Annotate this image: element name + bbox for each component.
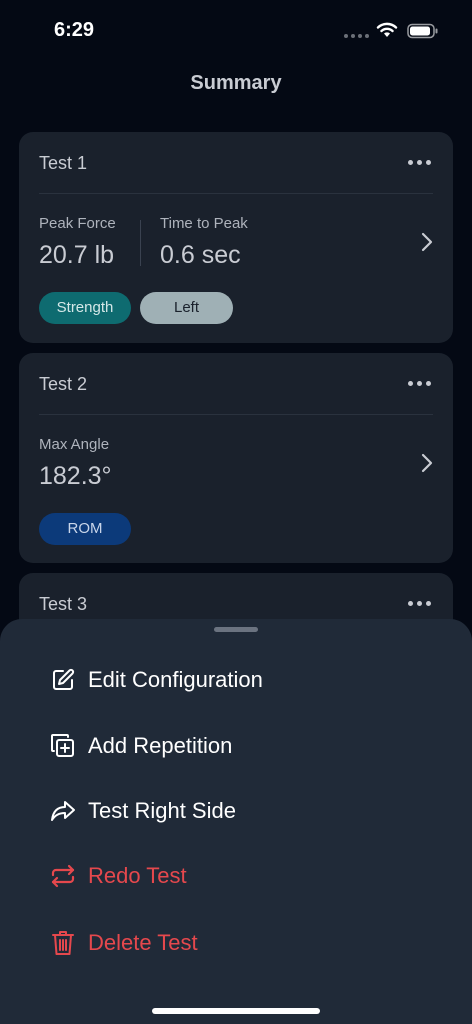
edit-configuration-button[interactable]: Edit Configuration xyxy=(50,660,263,700)
delete-test-button[interactable]: Delete Test xyxy=(50,923,198,963)
metric-value: 182.3° xyxy=(39,462,112,490)
status-time: 6:29 xyxy=(54,19,95,41)
chevron-right-icon[interactable] xyxy=(421,453,433,473)
test-card-1[interactable]: Test 1 Peak Force 20.7 lb Time to Peak 0… xyxy=(19,132,453,343)
more-options-icon[interactable] xyxy=(408,160,431,165)
edit-icon xyxy=(50,667,76,693)
share-arrow-icon xyxy=(50,798,76,824)
home-indicator xyxy=(152,1008,320,1014)
test-card-2[interactable]: Test 2 Max Angle 182.3° ROM xyxy=(19,353,453,563)
metric-value: 0.6 sec xyxy=(160,241,241,269)
chevron-right-icon[interactable] xyxy=(421,232,433,252)
action-label: Add Repetition xyxy=(88,733,233,758)
card-header: Test 2 xyxy=(39,353,433,415)
card-title: Test 2 xyxy=(39,374,88,394)
more-options-icon[interactable] xyxy=(408,601,431,606)
card-header: Test 1 xyxy=(39,132,433,194)
metric-label: Max Angle xyxy=(39,436,110,453)
action-label: Delete Test xyxy=(88,930,198,955)
page-title: Summary xyxy=(190,72,282,94)
metric-max-angle: Max Angle 182.3° xyxy=(39,436,112,491)
action-label: Edit Configuration xyxy=(88,667,263,692)
trash-icon xyxy=(50,930,76,956)
sheet-grabber[interactable] xyxy=(214,627,258,632)
metric-time-to-peak: Time to Peak 0.6 sec xyxy=(160,215,248,270)
add-repetition-button[interactable]: Add Repetition xyxy=(50,726,232,766)
card-title: Test 3 xyxy=(39,594,88,614)
more-options-icon[interactable] xyxy=(408,381,431,386)
metric-label: Time to Peak xyxy=(160,215,248,232)
metric-divider xyxy=(140,220,141,266)
chip-rom: ROM xyxy=(39,513,131,545)
action-sheet: Edit Configuration Add Repetition Test R… xyxy=(0,619,472,1024)
add-copy-icon xyxy=(50,733,76,759)
cellular-signal-icon xyxy=(344,34,369,38)
action-label: Test Right Side xyxy=(88,798,236,823)
chip-strength: Strength xyxy=(39,292,131,324)
action-label: Redo Test xyxy=(88,863,187,888)
battery-icon xyxy=(407,23,438,39)
chip-left: Left xyxy=(140,292,233,324)
redo-test-button[interactable]: Redo Test xyxy=(50,856,187,896)
wifi-icon xyxy=(376,22,398,37)
metric-label: Peak Force xyxy=(39,215,116,232)
metric-peak-force: Peak Force 20.7 lb xyxy=(39,215,116,270)
status-bar: 6:29 xyxy=(0,0,472,60)
repeat-icon xyxy=(50,863,76,889)
card-title: Test 1 xyxy=(39,153,88,173)
test-right-side-button[interactable]: Test Right Side xyxy=(50,791,236,831)
metric-value: 20.7 lb xyxy=(39,241,115,269)
